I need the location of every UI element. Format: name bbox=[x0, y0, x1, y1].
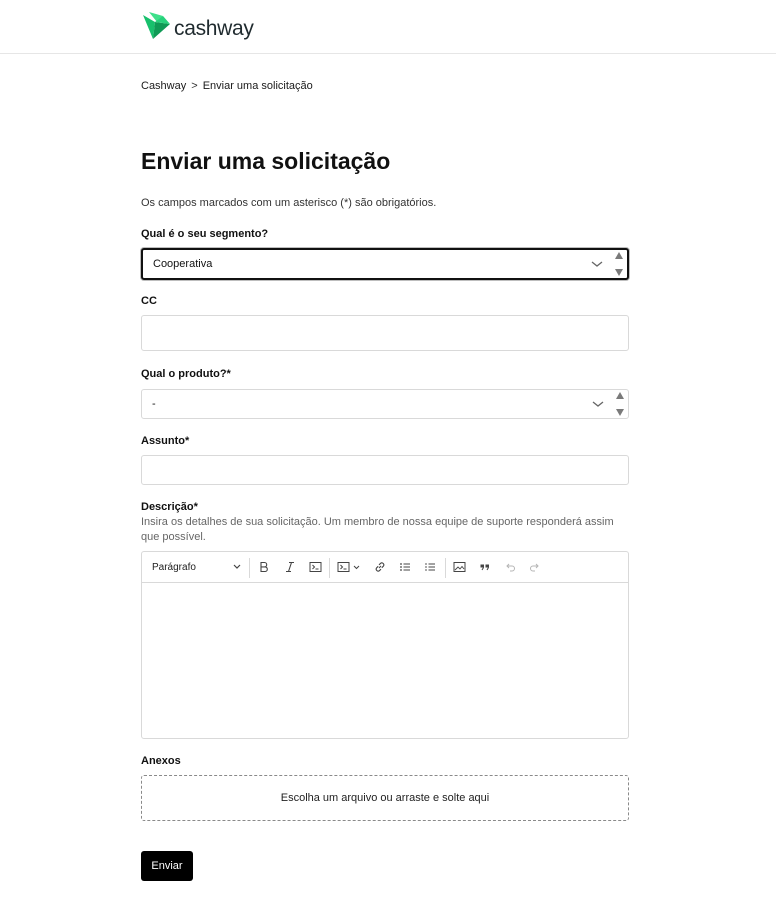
cc-label: CC bbox=[141, 295, 157, 307]
subject-input[interactable] bbox=[141, 455, 629, 485]
segment-select[interactable]: Cooperativa bbox=[141, 248, 629, 280]
brand-name: cashway bbox=[174, 16, 254, 40]
chevron-down-icon bbox=[592, 401, 604, 407]
cc-input[interactable] bbox=[141, 315, 629, 351]
toolbar-divider bbox=[329, 558, 330, 578]
code-block-icon[interactable] bbox=[336, 558, 364, 576]
description-hint: Insira os detalhes de sua solicitação. U… bbox=[141, 516, 614, 543]
spin-up-icon[interactable] bbox=[615, 252, 623, 259]
image-icon[interactable] bbox=[450, 558, 468, 576]
spin-down-icon[interactable] bbox=[615, 269, 623, 276]
paragraph-style-dropdown[interactable]: Parágrafo bbox=[152, 552, 247, 583]
bullet-list-icon[interactable] bbox=[396, 558, 414, 576]
spin-up-icon[interactable] bbox=[616, 392, 624, 399]
undo-icon[interactable] bbox=[501, 558, 519, 576]
bold-icon[interactable] bbox=[255, 558, 273, 576]
breadcrumb-current[interactable]: Enviar uma solicitação bbox=[203, 80, 313, 92]
description-textarea[interactable] bbox=[142, 583, 628, 738]
product-spinner[interactable] bbox=[615, 392, 625, 416]
toolbar-divider bbox=[445, 558, 446, 578]
cashway-bird-logo-icon bbox=[141, 12, 171, 45]
product-select-value: - bbox=[152, 398, 156, 410]
breadcrumb-separator: > bbox=[191, 80, 198, 92]
brand-logo[interactable]: cashway bbox=[141, 12, 254, 45]
redo-icon[interactable] bbox=[526, 558, 544, 576]
chevron-down-icon bbox=[233, 564, 241, 569]
link-icon[interactable] bbox=[371, 558, 389, 576]
editor-toolbar: Parágrafo bbox=[142, 552, 628, 583]
page-title: Enviar uma solicitação bbox=[141, 148, 391, 174]
description-editor[interactable]: Parágrafo bbox=[141, 551, 629, 739]
quote-icon[interactable] bbox=[476, 558, 494, 576]
numbered-list-icon[interactable] bbox=[421, 558, 439, 576]
segment-select-value: Cooperativa bbox=[153, 258, 213, 270]
chevron-down-icon bbox=[591, 261, 603, 267]
attachments-label: Anexos bbox=[141, 755, 181, 767]
description-label: Descrição* bbox=[141, 501, 198, 513]
paragraph-style-label: Parágrafo bbox=[152, 562, 196, 573]
toolbar-divider bbox=[249, 558, 250, 578]
product-select[interactable]: - bbox=[141, 389, 629, 419]
code-icon[interactable] bbox=[306, 558, 324, 576]
spin-down-icon[interactable] bbox=[616, 409, 624, 416]
segment-label: Qual é o seu segmento? bbox=[141, 228, 269, 240]
attachments-dropzone[interactable]: Escolha um arquivo ou arraste e solte aq… bbox=[141, 775, 629, 821]
submit-button[interactable]: Enviar bbox=[141, 851, 193, 881]
breadcrumb: Cashway > Enviar uma solicitação bbox=[141, 80, 313, 92]
italic-icon[interactable] bbox=[281, 558, 299, 576]
product-label: Qual o produto?* bbox=[141, 368, 231, 380]
site-header: cashway bbox=[0, 0, 776, 54]
subject-label: Assunto* bbox=[141, 435, 190, 447]
dropzone-text: Escolha um arquivo ou arraste e solte aq… bbox=[280, 792, 490, 804]
segment-spinner[interactable] bbox=[614, 252, 624, 276]
required-fields-note: Os campos marcados com um asterisco (*) … bbox=[141, 197, 437, 209]
breadcrumb-home-link[interactable]: Cashway bbox=[141, 80, 186, 92]
